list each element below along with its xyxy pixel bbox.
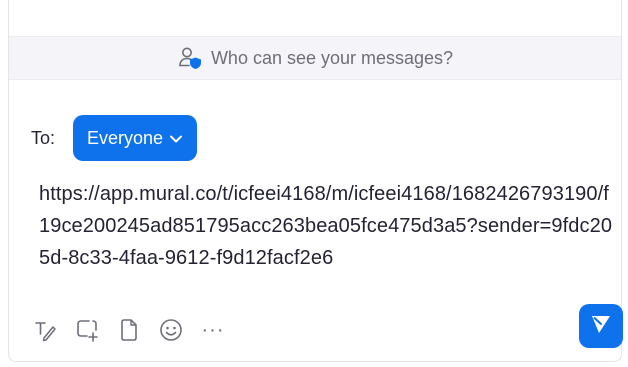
recipient-row: To: Everyone: [31, 114, 198, 162]
screenshot-icon[interactable]: [75, 318, 99, 342]
file-icon[interactable]: [117, 318, 141, 342]
send-icon: [590, 313, 612, 340]
chat-composer-panel: Who can see your messages? To: Everyone …: [8, 0, 623, 362]
emoji-icon[interactable]: [159, 318, 183, 342]
to-label: To:: [31, 127, 56, 148]
recipient-label: Everyone: [87, 127, 164, 148]
visibility-text: Who can see your messages?: [210, 47, 454, 68]
send-button[interactable]: [579, 304, 623, 348]
message-visibility-bar[interactable]: Who can see your messages?: [9, 36, 621, 80]
composer-toolbar: ···: [33, 314, 225, 346]
message-input[interactable]: https://app.mural.co/t/icfeei4168/m/icfe…: [39, 178, 619, 274]
more-icon[interactable]: ···: [201, 318, 225, 342]
chevron-down-icon: [169, 128, 183, 149]
recipient-dropdown-button[interactable]: Everyone: [73, 115, 198, 161]
person-shield-icon: [177, 46, 203, 70]
format-text-icon[interactable]: [33, 318, 57, 342]
top-strip: [9, 0, 621, 36]
